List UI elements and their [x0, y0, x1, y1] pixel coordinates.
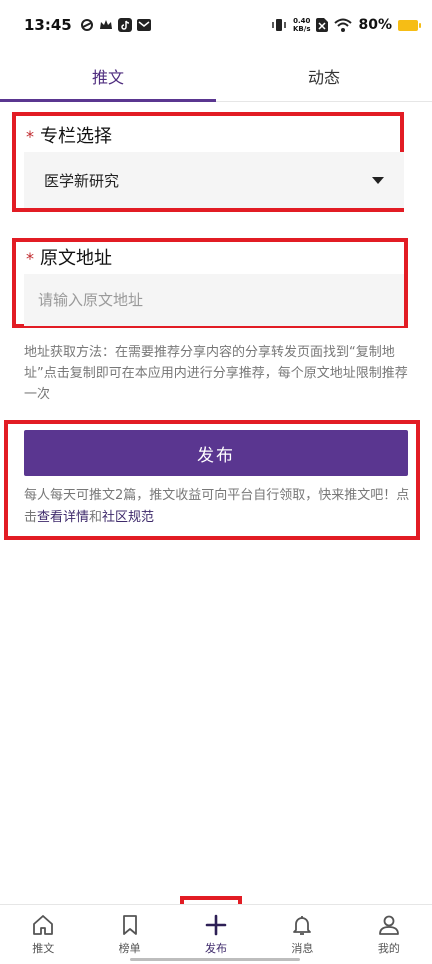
crown-icon	[99, 20, 112, 29]
column-label: * 专栏选择	[26, 122, 112, 148]
nav-publish-label: 发布	[205, 942, 228, 955]
status-bar: 13:45 0.40 KB/s 80%	[0, 0, 432, 50]
battery-icon	[398, 19, 421, 31]
dropdown-arrow-icon	[372, 176, 384, 184]
top-tabs: 推文 动态	[0, 50, 432, 102]
nav-item-home[interactable]: 推文	[0, 905, 86, 964]
publish-button[interactable]: 发布	[24, 430, 408, 476]
view-details-link[interactable]: 查看详情	[37, 510, 89, 525]
required-mark: *	[26, 127, 34, 146]
wifi-icon	[334, 18, 353, 32]
nav-home-label: 推文	[32, 942, 55, 955]
nav-profile-label: 我的	[377, 942, 400, 955]
net-speed-unit: KB/s	[293, 25, 311, 33]
tab-post-label: 推文	[91, 67, 124, 87]
sim-icon	[316, 18, 329, 32]
url-label-text: 原文地址	[40, 248, 112, 269]
plus-icon	[205, 914, 227, 936]
user-icon	[378, 915, 399, 935]
tab-activity[interactable]: 动态	[216, 50, 432, 101]
nav-messages-label: 消息	[291, 942, 314, 955]
url-input[interactable]	[24, 274, 404, 326]
home-indicator	[130, 958, 300, 961]
publish-note-and: 和	[89, 510, 103, 525]
nav-item-ranking[interactable]: 榜单	[86, 905, 172, 964]
url-label: * 原文地址	[26, 244, 112, 270]
nav-item-publish[interactable]: 发布	[173, 905, 259, 964]
mail-icon	[136, 19, 151, 31]
column-label-text: 专栏选择	[40, 126, 112, 147]
tab-activity-label: 动态	[307, 67, 340, 87]
tab-post[interactable]: 推文	[0, 50, 216, 102]
bookmark-icon	[122, 915, 137, 935]
tiktok-icon	[117, 18, 132, 32]
sync-icon	[80, 19, 93, 31]
vibrate-icon	[272, 19, 286, 31]
nav-item-profile[interactable]: 我的	[346, 905, 432, 964]
column-select-value: 医学新研究	[44, 171, 120, 190]
status-time: 13:45	[24, 16, 72, 34]
bell-icon	[293, 916, 312, 935]
column-select[interactable]: 医学新研究	[24, 152, 404, 208]
nav-ranking-label: 榜单	[118, 942, 141, 955]
url-hint-text: 地址获取方法：在需要推荐分享内容的分享转发页面找到“复制地址”点击复制即可在本应…	[24, 345, 408, 402]
required-mark: *	[26, 249, 34, 268]
net-speed: 0.40 KB/s	[293, 17, 310, 33]
community-rules-link[interactable]: 社区规范	[102, 510, 154, 525]
battery-percent: 80%	[358, 17, 392, 33]
bottom-nav: 推文 榜单 发布 消息 我的	[0, 904, 432, 964]
nav-item-messages[interactable]: 消息	[259, 905, 345, 964]
home-icon	[33, 915, 54, 935]
net-speed-value: 0.40	[293, 17, 311, 25]
publish-note: 每人每天可推文2篇，推文收益可向平台自行领取，快来推文吧！点击查看详情和社区规范	[24, 485, 410, 529]
